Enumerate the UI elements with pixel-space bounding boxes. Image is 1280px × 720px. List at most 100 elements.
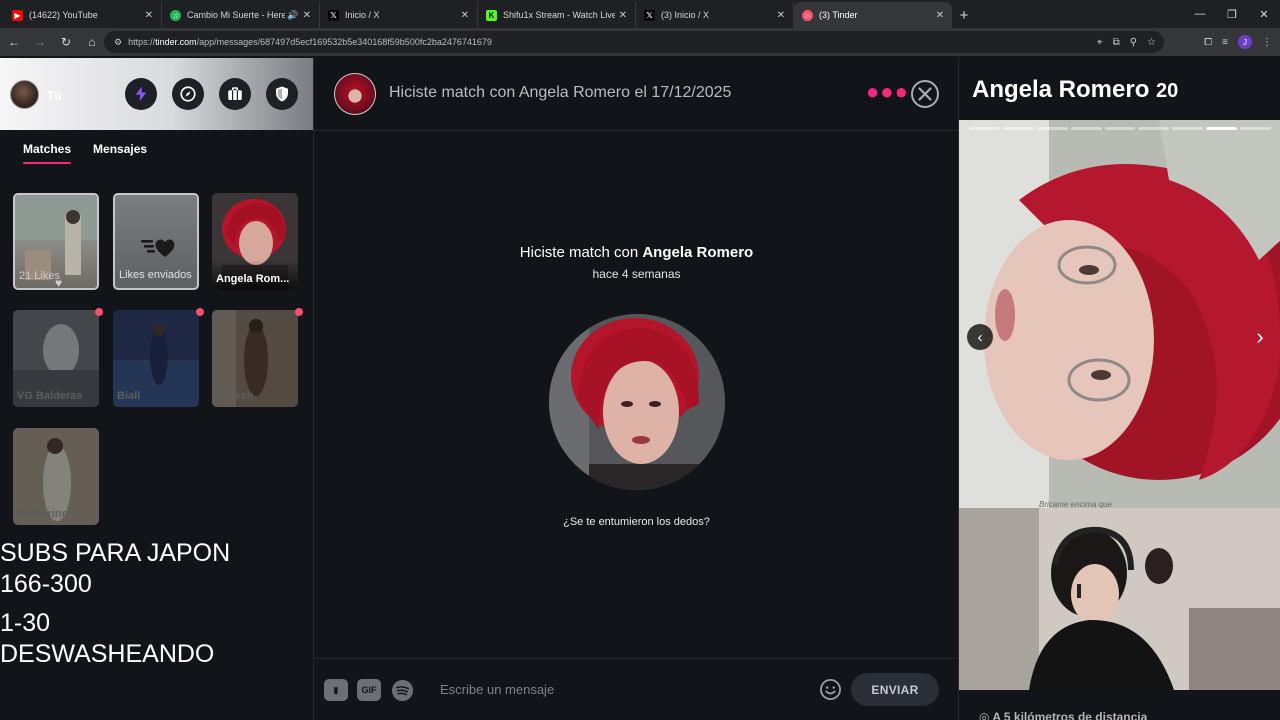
close-tab-icon[interactable]: ✕ [461, 10, 469, 21]
chat-panel: Hiciste match con Angela Romero el 17/12… [313, 58, 959, 720]
photo-indicator[interactable] [1070, 127, 1102, 130]
overlay-line: DESWASHEANDO [0, 640, 215, 668]
explore-button[interactable] [172, 78, 204, 110]
omnibox-actions: ⌖ ⧉ ⚲ ☆ [1097, 31, 1156, 53]
overlay-line: 166-300 [0, 570, 92, 598]
match-card-vg-balderas[interactable]: VG Balderas [13, 310, 99, 407]
likes-received-card[interactable]: 21 Likes ♥ [13, 193, 99, 290]
photo-indicator[interactable] [1104, 127, 1136, 130]
extensions-area: ⧠ ≡ J ⋮ [1204, 32, 1272, 52]
media-controls-icon[interactable]: ≡ [1222, 37, 1228, 48]
browser-toolbar: ← → ↻ ⌂ ⚙ https://tinder.com/app/message… [0, 28, 1280, 56]
match-photo-large [549, 314, 725, 490]
message-input[interactable]: Escribe un mensaje [440, 682, 554, 697]
new-tab-button[interactable]: + [952, 2, 976, 28]
match-card-katherine[interactable]: Katherine [13, 428, 99, 525]
url-host: tinder.com [155, 37, 197, 47]
previous-photo-icon[interactable]: ‹ [967, 324, 993, 350]
distance-text: A 5 kilómetros de distancia [992, 710, 1148, 720]
tab-label: (14622) YouTube [29, 10, 98, 20]
photo-indicator[interactable] [969, 127, 1000, 130]
close-chat-icon[interactable] [910, 79, 940, 109]
close-tab-icon[interactable]: ✕ [777, 10, 785, 21]
bookmark-star-icon[interactable]: ☆ [1147, 37, 1156, 48]
match-card-prussh[interactable]: Prussh [212, 310, 298, 407]
match-card-biall[interactable]: Biall [113, 310, 199, 407]
close-window-icon[interactable]: ✕ [1248, 0, 1280, 28]
url-bar[interactable]: ⚙ https://tinder.com/app/messages/687497… [104, 31, 1164, 53]
match-name: Prussh [216, 390, 254, 402]
spotify-share-icon[interactable] [391, 679, 414, 702]
message-composer: ▮ GIF Escribe un mensaje ENVIAR [314, 658, 959, 720]
close-tab-icon[interactable]: ✕ [145, 10, 153, 21]
browser-tab-x-home[interactable]: 𝕏 Inicio / X ✕ [320, 2, 478, 28]
tab-label: Inicio / X [345, 10, 380, 20]
restore-icon[interactable]: ❐ [1216, 0, 1248, 28]
home-icon[interactable]: ⌂ [80, 30, 104, 54]
profile-age: 20 [1156, 80, 1179, 102]
photo-indicator[interactable] [1002, 127, 1034, 130]
new-match-dot [196, 308, 204, 316]
match-name: Katherine [17, 508, 68, 520]
browser-tab-tinder[interactable]: ♨ (3) Tinder ✕ [794, 2, 952, 28]
tab-matches[interactable]: Matches [23, 142, 72, 164]
boost-button[interactable] [125, 78, 157, 110]
back-arrow-icon[interactable]: ← [2, 30, 26, 54]
browser-tab-kick-stream[interactable]: K Shifu1x Stream - Watch Live on ✕ [478, 2, 636, 28]
match-large-avatar[interactable] [549, 314, 725, 490]
next-photo-icon[interactable]: › [1247, 324, 1273, 350]
safety-button[interactable] [266, 78, 298, 110]
my-profile-name[interactable]: Tú [47, 89, 62, 103]
suggested-opener: ¿Se te entumieron los dedos? [563, 516, 710, 528]
more-options-icon[interactable]: ●●● [866, 81, 909, 103]
tab-messages[interactable]: Mensajes [93, 142, 147, 159]
overlay-line: SUBS PARA JAPON [0, 539, 231, 567]
likes-sent-card[interactable]: Likes enviados [113, 193, 199, 290]
send-button[interactable]: ENVIAR [851, 673, 939, 706]
close-tab-icon[interactable]: ✕ [303, 10, 311, 21]
youtube-icon: ▶ [12, 9, 23, 21]
lightning-bolt-icon [135, 86, 147, 102]
more-menu-icon[interactable]: ⋮ [1262, 37, 1272, 48]
my-profile-avatar[interactable] [10, 80, 39, 109]
install-app-icon[interactable]: ⧉ [1113, 37, 1120, 48]
new-match-dot [95, 308, 103, 316]
contact-card-icon[interactable]: ▮ [324, 679, 348, 701]
close-tab-icon[interactable]: ✕ [619, 10, 627, 21]
close-tab-icon[interactable]: ✕ [936, 10, 944, 21]
photo-indicator[interactable] [1036, 127, 1068, 130]
match-card-angela[interactable]: Angela Rom... [212, 193, 298, 290]
site-info-icon[interactable]: ⚙ [114, 37, 122, 48]
profile-photo [959, 120, 1280, 508]
forward-arrow-icon[interactable]: → [28, 30, 52, 54]
zoom-icon[interactable]: ⚲ [1130, 37, 1137, 48]
match-prefix: Hiciste match con [519, 244, 639, 261]
browser-tab-youtube[interactable]: ▶ (14622) YouTube ✕ [4, 2, 162, 28]
browser-tab-spotify[interactable]: ♫ Cambio Mi Suerte - Herencia 🔊 ✕ [162, 2, 320, 28]
photo-indicator-active[interactable] [1206, 127, 1238, 130]
photo-indicator[interactable] [1172, 127, 1204, 130]
profile-photo-carousel[interactable]: ‹ › Bricame encima que [959, 120, 1280, 508]
emoji-icon[interactable] [819, 678, 842, 701]
gif-button[interactable]: GIF [357, 679, 381, 701]
kick-icon: K [486, 9, 497, 21]
minimize-icon[interactable]: — [1184, 0, 1216, 28]
photo-indicator[interactable] [1240, 127, 1272, 130]
profile-avatar[interactable]: J [1238, 35, 1252, 49]
extensions-puzzle-icon[interactable]: ⧠ [1204, 37, 1212, 48]
photo-caption: Bricame encima que [1039, 500, 1112, 508]
profile-panel: Angela Romero 20 ‹ › Bricame encima que … [958, 58, 1280, 720]
stream-overlay-activity: 1-30 DESWASHEANDO [0, 608, 214, 670]
match-announcement: Hiciste match con Angela Romero [314, 244, 959, 261]
url-scheme: https:// [128, 37, 156, 47]
sent-heart-icon [141, 239, 175, 257]
browser-tab-x-notifications[interactable]: 𝕏 (3) Inicio / X ✕ [636, 2, 794, 28]
reload-icon[interactable]: ↻ [54, 30, 78, 54]
chat-avatar[interactable] [334, 73, 376, 115]
briefcase-button[interactable] [219, 78, 251, 110]
audio-playing-icon[interactable]: 🔊 [287, 10, 298, 21]
location-icon[interactable]: ⌖ [1097, 37, 1103, 48]
profile-name-age: Angela Romero 20 [972, 76, 1178, 104]
heart-icon: ♥ [55, 276, 63, 290]
photo-indicator[interactable] [1138, 127, 1170, 130]
